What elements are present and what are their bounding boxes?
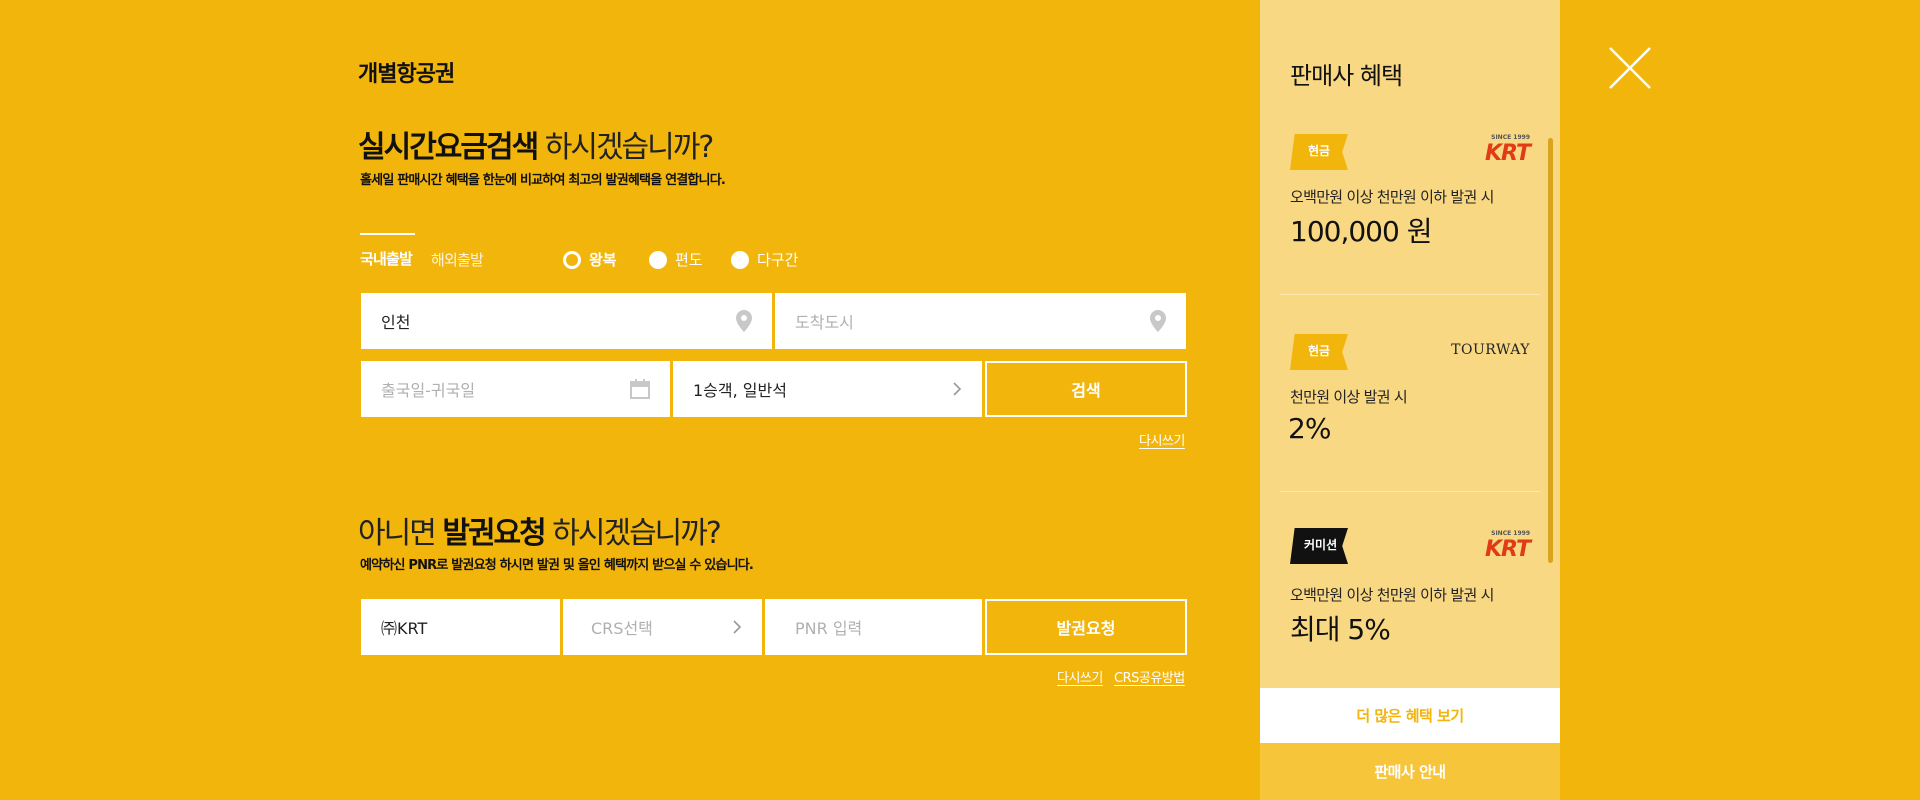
chevron-right-icon: [952, 381, 962, 397]
travel-date-field[interactable]: 출국일-귀국일: [361, 361, 670, 417]
crs-select-placeholder: CRS선택: [591, 619, 653, 638]
badge-commission: 커미션: [1290, 528, 1348, 564]
pnr-input[interactable]: PNR 입력: [765, 599, 982, 655]
benefits-scrollbar[interactable]: [1548, 138, 1553, 563]
badge-label: 현금: [1308, 144, 1331, 158]
badge-cash: 현금: [1290, 134, 1348, 170]
benefit-amount: 2%: [1288, 412, 1331, 445]
radio-unselected-icon: [731, 250, 749, 269]
badge-label: 현금: [1308, 344, 1331, 358]
benefits-title: 판매사 혜택: [1290, 62, 1403, 90]
radio-multi-city-label: 다구간: [757, 251, 799, 269]
issue-request-button[interactable]: 발권요청: [985, 599, 1187, 655]
agency-value: ㈜KRT: [381, 619, 428, 638]
departure-city-value: 인천: [381, 313, 411, 332]
search-button[interactable]: 검색: [985, 361, 1187, 417]
issue-subtext: 예약하신 PNR로 발권요청 하시면 발권 및 올인 혜택까지 받으실 수 있습…: [360, 558, 754, 573]
search-subtext: 홀세일 판매시간 혜택을 한눈에 비교하여 최고의 발권혜택을 연결합니다.: [360, 173, 726, 188]
chevron-right-icon: [732, 619, 742, 635]
arrival-city-field[interactable]: 도착도시: [775, 293, 1186, 349]
krt-logo: SINCE 1999 KRT: [1484, 134, 1531, 166]
tab-overseas-departure[interactable]: 해외출발: [431, 249, 484, 270]
radio-round-trip-label: 왕복: [589, 251, 617, 269]
logo-text: KRT: [1484, 537, 1531, 562]
agency-field[interactable]: ㈜KRT: [361, 599, 560, 655]
tab-domestic-departure[interactable]: 국내출발: [360, 248, 413, 269]
badge-label: 커미션: [1304, 538, 1338, 552]
departure-city-field[interactable]: 인천: [361, 293, 772, 349]
logo-sub: SINCE 1999: [1491, 530, 1530, 537]
active-tab-indicator: [360, 233, 415, 235]
logo-text: KRT: [1484, 141, 1531, 166]
close-icon[interactable]: [1608, 46, 1652, 90]
benefit-amount: 최대 5%: [1290, 613, 1391, 646]
tourway-logo: TOURWAY: [1451, 342, 1530, 358]
badge-cash: 현금: [1290, 334, 1348, 370]
divider: [1280, 294, 1540, 295]
crs-guide-link[interactable]: CRS공유방법: [1114, 667, 1185, 686]
seller-guide-button[interactable]: 판매사 안내: [1260, 743, 1560, 800]
radio-multi-city[interactable]: 다구간: [731, 249, 798, 270]
benefit-condition: 천만원 이상 발권 시: [1290, 388, 1408, 406]
more-benefits-button[interactable]: 더 많은 혜택 보기: [1260, 688, 1560, 743]
search-reset-link[interactable]: 다시쓰기: [1139, 430, 1185, 449]
radio-one-way[interactable]: 편도: [649, 249, 703, 270]
issue-heading-bold: 발권요청: [442, 516, 546, 551]
benefit-card[interactable]: 현금 TOURWAY 천만원 이상 발권 시 2%: [1280, 330, 1540, 490]
krt-logo: SINCE 1999 KRT: [1484, 530, 1531, 562]
issue-reset-link[interactable]: 다시쓰기: [1057, 667, 1103, 686]
benefit-condition: 오백만원 이상 천만원 이하 발권 시: [1290, 586, 1494, 604]
benefit-card[interactable]: 커미션 SINCE 1999 KRT 오백만원 이상 천만원 이하 발권 시 최대…: [1280, 526, 1540, 686]
divider: [1280, 491, 1540, 492]
travel-date-placeholder: 출국일-귀국일: [381, 381, 476, 400]
page-title: 개별항공권: [358, 62, 455, 87]
logo-sub: SINCE 1999: [1491, 134, 1530, 141]
search-heading-bold: 실시간요금검색: [358, 130, 539, 165]
search-heading: 실시간요금검색 하시겠습니까?: [358, 122, 715, 166]
issue-heading-post: 하시겠습니까?: [544, 516, 722, 551]
radio-one-way-label: 편도: [675, 251, 703, 269]
benefit-card[interactable]: 현금 SINCE 1999 KRT 오백만원 이상 천만원 이하 발권 시 100…: [1280, 130, 1540, 290]
radio-round-trip[interactable]: 왕복: [563, 249, 617, 270]
benefit-condition: 오백만원 이상 천만원 이하 발권 시: [1290, 188, 1494, 206]
calendar-icon: [630, 379, 650, 399]
crs-select[interactable]: CRS선택: [563, 599, 762, 655]
radio-unselected-icon: [649, 250, 667, 269]
issue-heading-pre: 아니면: [358, 516, 443, 551]
passenger-class-field[interactable]: 1승객, 일반석: [673, 361, 982, 417]
issue-heading: 아니면 발권요청 하시겠습니까?: [358, 508, 722, 552]
location-pin-icon: [736, 310, 752, 332]
benefit-amount: 100,000 원: [1290, 215, 1432, 248]
location-pin-icon: [1150, 310, 1166, 332]
search-heading-light: 하시겠습니까?: [537, 130, 715, 165]
radio-selected-icon: [563, 250, 581, 269]
arrival-city-placeholder: 도착도시: [795, 313, 854, 332]
passenger-class-value: 1승객, 일반석: [693, 381, 787, 400]
pnr-input-placeholder: PNR 입력: [795, 619, 863, 638]
